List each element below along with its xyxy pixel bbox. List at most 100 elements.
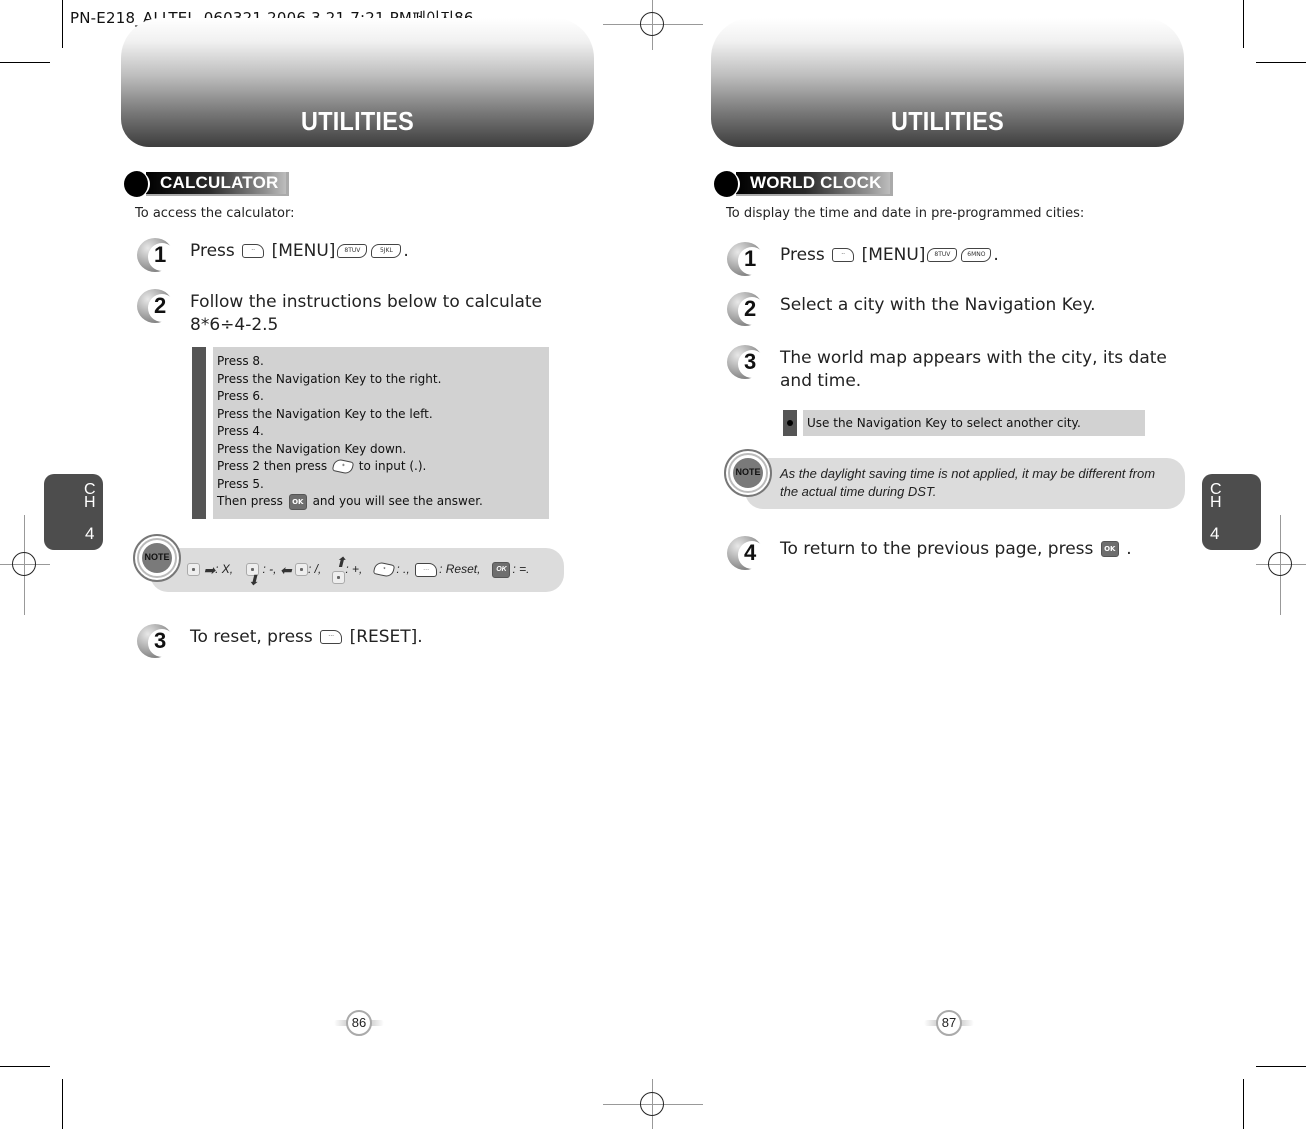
ok-key-icon: OK <box>492 561 511 578</box>
step-text: The world map appears with the city, its… <box>780 345 1167 393</box>
instructions-side-bar <box>192 347 206 519</box>
section-title: CALCULATOR <box>146 172 290 196</box>
banner-title: UTILITIES <box>301 106 414 136</box>
key-6-icon: 6MNO <box>961 248 992 262</box>
instructions-list: Press 8. Press the Navigation Key to the… <box>213 347 549 519</box>
step-text-part: . <box>403 241 409 261</box>
step-4: 4 To return to the previous page, press … <box>727 536 1132 574</box>
step-text-part: . <box>993 245 999 265</box>
crop-mark <box>0 62 50 63</box>
section-heading-world-clock: WORLD CLOCK <box>714 171 893 197</box>
step-text: Press ·· [MENU] 8TUV 6MNO. <box>780 242 999 267</box>
step-number-badge: 3 <box>137 624 176 662</box>
chapter-number: 4 <box>85 524 95 543</box>
instruction-line: Press 4. <box>217 424 264 438</box>
instruction-line: Press 8. <box>217 354 264 368</box>
section-title: WORLD CLOCK <box>736 172 893 196</box>
step-text: Select a city with the Navigation Key. <box>780 295 1096 315</box>
chapter-tab-right: CH 4 <box>1202 474 1261 550</box>
key-8-icon: 8TUV <box>927 248 958 262</box>
arrow-right-icon: ➡ <box>203 561 216 578</box>
nav-key-icon <box>294 563 308 577</box>
operator-legend: ➡: X, ⬇ : -, ⬅ : /, ⬆: +, *: ., ···: Res… <box>187 554 529 588</box>
step-2: 2 Follow the instructions below to calcu… <box>137 289 542 337</box>
arrow-down-icon: ⬇ <box>247 571 260 588</box>
step-text: Press ·· [MENU] 8TUV 5JKL. <box>190 238 409 263</box>
dst-note-text: As the daylight saving time is not appli… <box>780 465 1155 501</box>
nav-key-icon <box>332 571 346 585</box>
chapter-tab-left: CH 4 <box>44 474 103 550</box>
step-number-badge: 3 <box>727 345 766 383</box>
step-number-badge: 2 <box>727 292 766 330</box>
instructions-box: Press 8. Press the Navigation Key to the… <box>192 347 549 519</box>
star-key-icon: * <box>373 561 396 579</box>
step-text: Follow the instructions below to calcula… <box>190 289 542 337</box>
intro-text: To access the calculator: <box>135 206 295 221</box>
legend-meaning: : X, <box>215 562 234 576</box>
tip-bullet-box: Use the Navigation Key to select another… <box>783 410 1145 436</box>
instruction-text: Press 2 then press <box>217 459 328 473</box>
crop-mark <box>0 1066 50 1067</box>
ok-key-icon: OK <box>288 493 307 510</box>
step-text-part: Press <box>190 241 235 261</box>
calculation-expression: 8*6÷4-2.5 <box>190 315 279 335</box>
crop-mark <box>1256 1066 1306 1067</box>
instruction-line: Then press OK and you will see the answe… <box>217 493 549 511</box>
crop-mark <box>1243 1079 1244 1129</box>
page-number-right: 87 <box>936 1010 962 1036</box>
crop-mark <box>1243 0 1244 48</box>
section-bullet-icon <box>124 171 150 197</box>
step-number-badge: 1 <box>137 238 176 276</box>
note-line: the actual time during DST. <box>780 484 937 499</box>
crop-mark <box>1256 62 1306 63</box>
step-text: To reset, press ··· [RESET]. <box>190 624 423 649</box>
chapter-letters: CH <box>1210 481 1222 511</box>
legend-meaning: : +, <box>345 562 363 576</box>
step-text-part: . <box>1126 539 1132 559</box>
step-text-part: Press <box>780 245 825 265</box>
section-heading-calculator: CALCULATOR <box>124 171 290 197</box>
instruction-line: Press the Navigation Key to the right. <box>217 371 442 386</box>
menu-label: [MENU] <box>861 245 926 265</box>
soft-key-icon: ·· <box>832 248 855 262</box>
key-5-icon: 5JKL <box>371 244 402 258</box>
menu-label: [MENU] <box>271 241 336 261</box>
bullet-icon <box>783 410 797 436</box>
step-1: 1 Press ·· [MENU] 8TUV 5JKL. <box>137 238 409 276</box>
arrow-left-icon: ⬅ <box>279 561 292 578</box>
step-text-line: and time. <box>780 371 862 391</box>
soft-key-icon: ··· <box>320 630 343 644</box>
ok-key-icon: OK <box>1100 541 1119 557</box>
instruction-text: and you will see the answer. <box>312 494 483 508</box>
step-number-badge: 1 <box>727 242 766 280</box>
instruction-text: to input (.). <box>358 459 427 473</box>
instruction-line: Press the Navigation Key down. <box>217 441 407 456</box>
instruction-line: Press 5. <box>217 476 264 491</box>
note-icon: NOTE <box>724 449 772 497</box>
arrow-up-icon: ⬆ <box>334 553 347 570</box>
key-8-icon: 8TUV <box>337 244 368 258</box>
step-1: 1 Press ·· [MENU] 8TUV 6MNO. <box>727 242 999 280</box>
instruction-line: Press 6. <box>217 389 264 403</box>
step-text-line: Follow the instructions below to calcula… <box>190 292 543 312</box>
instruction-line: Press 2 then press * to input (.). <box>217 458 549 476</box>
step-text-part: [RESET]. <box>349 627 423 647</box>
right-page-banner: UTILITIES <box>711 18 1184 147</box>
note-line: As the daylight saving time is not appli… <box>780 466 1156 481</box>
tip-text: Use the Navigation Key to select another… <box>803 410 1145 436</box>
page-number-left: 86 <box>346 1010 372 1036</box>
chapter-letters: CH <box>84 481 96 511</box>
step-text-part: To reset, press <box>190 627 313 647</box>
nav-key-icon <box>187 563 200 577</box>
instruction-text: Then press <box>217 494 283 508</box>
legend-meaning: : Reset, <box>439 562 481 576</box>
instruction-line: Press the Navigation Key to the left. <box>217 406 433 421</box>
star-key-icon: * <box>331 458 355 475</box>
legend-meaning: : ., <box>396 562 410 576</box>
crop-mark <box>62 1079 63 1129</box>
step-number-badge: 2 <box>137 289 176 327</box>
step-text-part: To return to the previous page, press <box>780 539 1094 559</box>
step-3: 3 The world map appears with the city, i… <box>727 345 1167 393</box>
section-bullet-icon <box>714 171 740 197</box>
step-text: To return to the previous page, press OK… <box>780 536 1132 561</box>
